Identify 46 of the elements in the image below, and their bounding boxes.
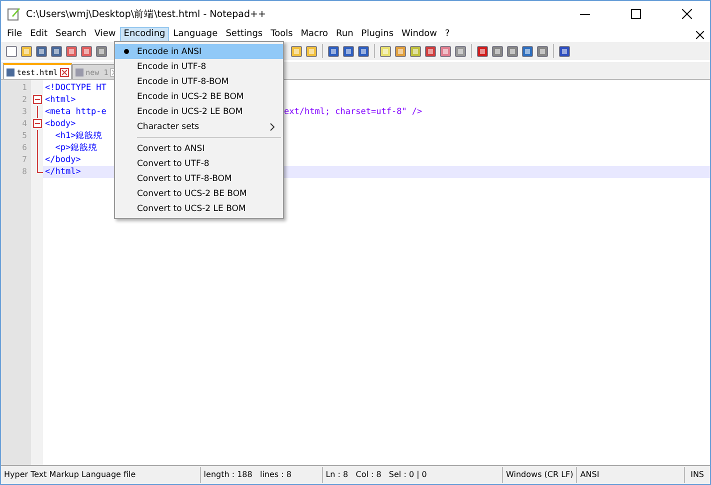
menu-item[interactable]: File (3, 27, 26, 42)
menu-option[interactable]: Character sets (115, 119, 283, 134)
line-number: 3 (21, 106, 28, 118)
menu-item[interactable]: Run (332, 27, 358, 42)
menu-option[interactable]: Convert to UTF-8 (115, 156, 283, 171)
menu-item[interactable]: Search (52, 27, 90, 42)
menu-item[interactable]: ? (441, 27, 454, 42)
line-number: 6 (21, 142, 28, 154)
menu-item[interactable]: Window (398, 27, 442, 42)
line-number: 5 (21, 130, 28, 142)
menu-item[interactable]: Edit (26, 27, 52, 42)
menu-item[interactable]: Language (169, 27, 222, 42)
code-line: </body> (44, 155, 81, 165)
menu-option[interactable]: Convert to ANSI (115, 141, 283, 156)
line-number: 1 (21, 82, 28, 94)
menu-option[interactable]: Encode in UCS-2 BE BOM (115, 89, 283, 104)
code-line: </html> (44, 167, 81, 177)
window-title: C:\Users\wmj\Desktop\前端\test.html - Notepad++ (26, 8, 267, 20)
status-text: Ln : 8 Col : 8 Sel : 0 | 0 (322, 467, 504, 483)
menu-option[interactable]: Convert to UTF-8-BOM (115, 171, 283, 186)
status-text: ANSI (577, 467, 685, 483)
menu-item[interactable]: View (90, 27, 120, 42)
status-text: INS (690, 469, 705, 481)
code-line: <h1>鎴戠殑 (54, 130, 103, 142)
line-number: 7 (21, 154, 28, 166)
menu-option[interactable]: Convert to UCS-2 LE BOM (115, 201, 283, 216)
code-line: <body> (44, 119, 76, 129)
status-text: length : 188 lines : 8 (200, 467, 323, 483)
code-line: ext/html; charset=utf-8" /> (284, 107, 422, 117)
menu-item[interactable]: Settings (222, 27, 267, 42)
menu-item[interactable]: Tools (266, 27, 297, 42)
status-text: Hyper Text Markup Language file (1, 467, 201, 483)
menu-item[interactable]: Macro (296, 27, 332, 42)
code-line: <html> (44, 95, 76, 105)
code-line: <meta http-e (44, 107, 106, 117)
menu-item[interactable]: Plugins (357, 27, 398, 42)
code-line: <!DOCTYPE HT (44, 83, 106, 93)
menu-item[interactable]: Encoding (120, 27, 170, 42)
menu-option[interactable]: Encode in ANSI (115, 44, 283, 59)
code-line: <p>鎴戠殑 (54, 142, 98, 154)
menu-option[interactable]: Convert to UCS-2 BE BOM (115, 186, 283, 201)
line-number: 8 (21, 166, 28, 178)
menu-option[interactable]: Encode in UCS-2 LE BOM (115, 104, 283, 119)
line-number: 4 (21, 118, 28, 130)
line-number: 2 (21, 94, 28, 106)
status-text: Windows (CR LF) (503, 467, 578, 483)
